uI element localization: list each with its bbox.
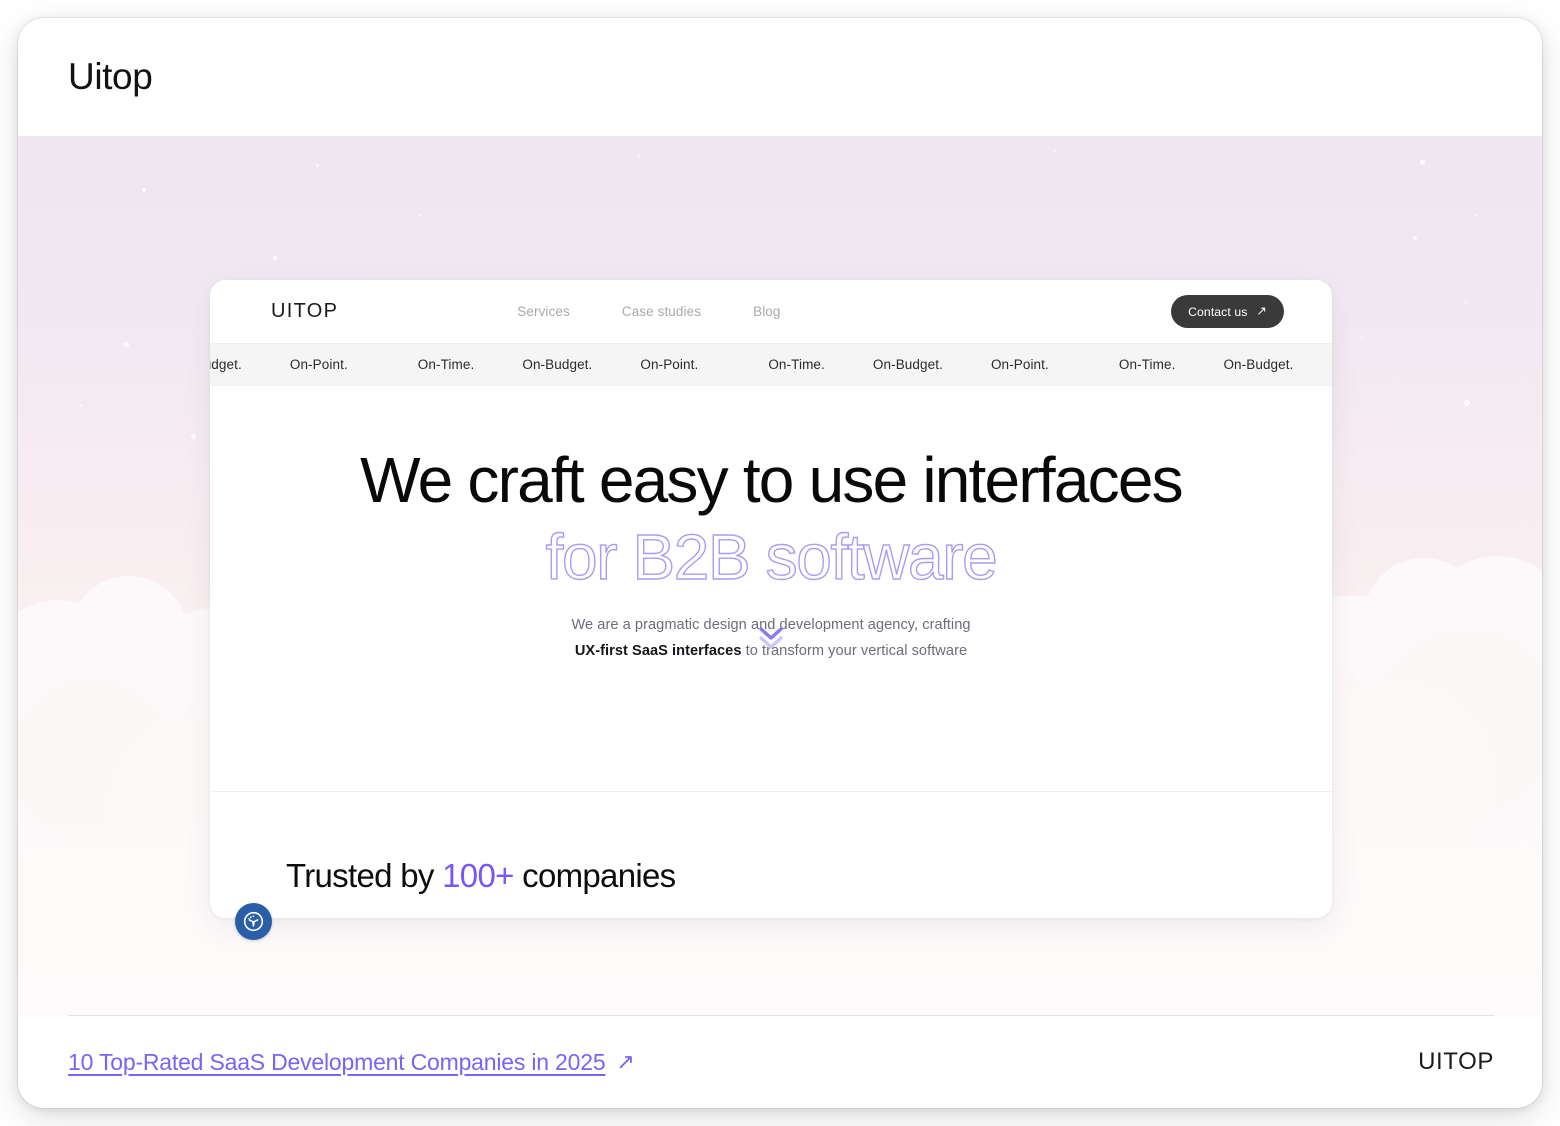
ticker-item: On-Point. <box>289 357 348 372</box>
nav-item-blog[interactable]: Blog <box>753 304 780 319</box>
footer-brand-logo: UITOP <box>1418 1048 1494 1075</box>
footer-article-link[interactable]: 10 Top-Rated SaaS Development Companies … <box>68 1049 635 1076</box>
hero-headline-outlined: for B2B software <box>545 520 999 593</box>
chevron-double-down-icon[interactable] <box>210 627 1332 652</box>
app-window-frame: Uitop UITOP Services Case studies Blog C… <box>18 18 1542 1108</box>
accessibility-icon[interactable] <box>235 903 272 940</box>
ticker-item: -Budget. <box>210 357 242 372</box>
sky-background-stage: UITOP Services Case studies Blog Contact… <box>18 136 1542 1016</box>
trusted-by-section: Trusted by 100+ companies <box>210 792 1332 918</box>
ticker-item: On-Budget. <box>522 357 593 372</box>
page-title: Uitop <box>68 56 153 97</box>
ticker-item: On-Time. <box>768 357 825 372</box>
site-navbar: UITOP Services Case studies Blog Contact… <box>210 280 1332 343</box>
trusted-count: 100+ <box>442 857 514 894</box>
ticker-item: On-Budget. <box>872 357 943 372</box>
embedded-website-preview: UITOP Services Case studies Blog Contact… <box>210 280 1332 940</box>
marquee-ticker: -Budget. On-Point. On-Time. On-Budget. O… <box>210 343 1332 386</box>
trusted-by-title: Trusted by 100+ companies <box>286 857 676 895</box>
contact-us-button[interactable]: Contact us ↗ <box>1171 295 1284 328</box>
app-header-bar: Uitop <box>18 18 1542 136</box>
ticker-item: On-Point. <box>640 357 699 372</box>
ticker-item: On-Time. <box>1118 357 1176 372</box>
arrow-up-right-icon: ↗ <box>1256 304 1267 319</box>
trusted-suffix: companies <box>513 857 676 894</box>
trusted-prefix: Trusted by <box>286 857 443 894</box>
ticker-item: On-Point. <box>1317 357 1332 372</box>
arrow-up-right-icon: ↗ <box>616 1049 635 1074</box>
hero-headline-primary: We craft easy to use interfaces <box>360 444 1183 516</box>
contact-us-label: Contact us <box>1188 304 1248 319</box>
marquee-track: -Budget. On-Point. On-Time. On-Budget. O… <box>210 357 1332 372</box>
site-logo[interactable]: UITOP <box>271 300 338 323</box>
footer-divider <box>68 1015 1494 1016</box>
ticker-item: On-Point. <box>990 357 1049 372</box>
ticker-item: On-Time. <box>417 357 475 372</box>
ticker-item: On-Budget. <box>1223 357 1294 372</box>
site-nav-links: Services Case studies Blog <box>517 304 780 319</box>
footer-article-link-text: 10 Top-Rated SaaS Development Companies … <box>68 1048 606 1075</box>
nav-item-services[interactable]: Services <box>517 304 570 319</box>
hero-section: We craft easy to use interfaces for B2B … <box>210 386 1332 792</box>
app-footer: 10 Top-Rated SaaS Development Companies … <box>18 1016 1542 1108</box>
nav-item-case-studies[interactable]: Case studies <box>622 304 701 319</box>
